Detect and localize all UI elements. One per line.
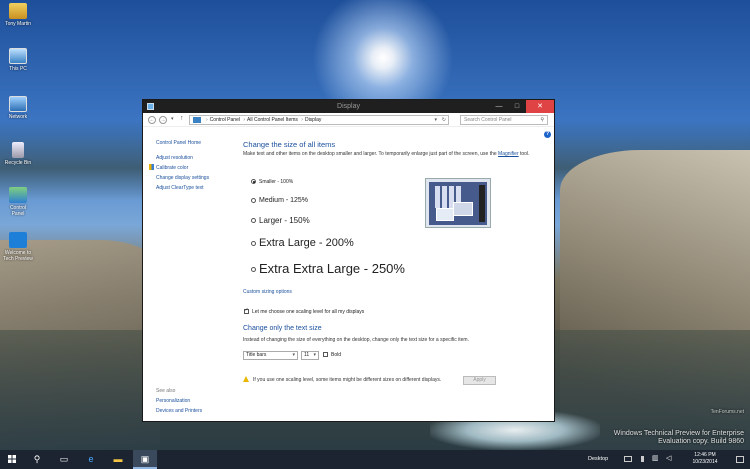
option-larger[interactable]: Larger - 150% (251, 216, 310, 225)
page-description: Make text and other items on the desktop… (243, 151, 530, 157)
radio-button[interactable] (251, 267, 256, 273)
keyboard-icon[interactable] (624, 456, 632, 462)
network-icon[interactable]: ▥ (652, 454, 660, 462)
text-size-description: Instead of changing the size of everythi… (243, 337, 469, 343)
page-title: Change the size of all items (243, 140, 336, 149)
refresh-icon[interactable]: ↻ (442, 116, 446, 124)
build-watermark: Windows Technical Preview for Enterprise… (613, 430, 744, 445)
search-icon[interactable]: ⚲ (540, 116, 544, 124)
checkbox[interactable] (244, 307, 249, 315)
action-center-flag-icon[interactable] (641, 456, 644, 462)
start-button[interactable] (0, 450, 24, 469)
sidebar-adjust-cleartype[interactable]: Adjust ClearType text (156, 183, 236, 193)
sidebar-calibrate-color[interactable]: Calibrate color (149, 163, 236, 173)
sidebar-adjust-resolution[interactable]: Adjust resolution (156, 153, 236, 163)
preview-screen (429, 182, 487, 225)
warning-icon (243, 376, 249, 382)
address-bar-row: ← → ▾ ↑ › Control Panel › All Control Pane… (143, 113, 554, 127)
desktop-icon-welcome[interactable]: Welcome to Tech Preview (3, 232, 33, 262)
file-explorer-icon[interactable]: ▬ (106, 450, 130, 469)
minimize-button[interactable]: — (490, 100, 508, 113)
control-panel-icon (9, 187, 27, 203)
clock-date: 10/23/2014 (692, 459, 718, 465)
display-window: Display — □ ✕ ← → ▾ ↑ › Control Panel › Al… (142, 99, 555, 422)
option-extra-extra-large[interactable]: Extra Extra Large - 250% (251, 261, 405, 276)
scaling-preview-image (425, 178, 491, 228)
task-view-icon[interactable]: ▭ (52, 450, 76, 469)
help-icon[interactable]: ? (544, 131, 551, 138)
user-folder-icon (9, 3, 27, 19)
up-arrow-icon[interactable]: ↑ (180, 115, 184, 122)
text-size-heading: Change only the text size (243, 325, 322, 332)
desktop-icon-user[interactable]: Tony Martin (3, 3, 33, 27)
desktop-toolbar-label[interactable]: Desktop (588, 450, 608, 469)
site-watermark: TenForums.net (710, 409, 744, 415)
address-bar[interactable]: › Control Panel › All Control Panel Items … (189, 115, 449, 125)
desktop-icon-network[interactable]: Network (3, 96, 33, 120)
search-placeholder: Search Control Panel (464, 117, 512, 123)
desktop-icon-this-pc[interactable]: This PC (3, 48, 33, 72)
option-smaller[interactable]: Smaller - 100% (251, 179, 293, 185)
see-also-section: See also Personalization Devices and Pri… (156, 386, 236, 416)
system-clock[interactable]: 12:46 PM 10/23/2014 (680, 452, 730, 466)
windows-logo-icon (8, 455, 16, 463)
clock-time: 12:46 PM (694, 452, 716, 458)
taskbar: ⚲ ▭ e ▬ ▣ Desktop ▥ ◁ 12:46 PM 10/23/201… (0, 450, 750, 469)
see-also-personalization[interactable]: Personalization (156, 396, 236, 406)
radio-button[interactable] (251, 179, 256, 185)
bold-checkbox-row[interactable]: Bold (323, 352, 341, 358)
search-input[interactable]: Search Control Panel ⚲ (460, 115, 548, 125)
maximize-button[interactable]: □ (508, 100, 526, 113)
warning-message: If you use one scaling level, some items… (243, 376, 441, 383)
magnifier-link[interactable]: Magnifier (498, 151, 519, 157)
desktop-icon-recycle-bin[interactable]: Recycle Bin (3, 142, 33, 166)
volume-icon[interactable]: ◁ (666, 454, 674, 462)
chevron-down-icon: ▾ (292, 352, 295, 358)
apply-button[interactable]: Apply (463, 376, 496, 385)
radio-button[interactable] (251, 197, 256, 203)
admin-shield-icon (149, 164, 154, 170)
forward-arrow-icon[interactable]: → (159, 116, 167, 124)
main-content: Change the size of all items Make text a… (243, 140, 543, 385)
address-dropdown-icon[interactable]: ▾ (434, 116, 437, 124)
item-select[interactable]: Title bars ▾ (243, 351, 298, 360)
custom-sizing-link[interactable]: Custom sizing options (243, 289, 292, 295)
breadcrumb-all-items[interactable]: All Control Panel Items (247, 117, 298, 123)
recycle-bin-icon (12, 142, 24, 158)
network-icon (9, 96, 27, 112)
recent-dropdown-icon[interactable]: ▾ (171, 116, 174, 122)
sidebar-control-panel-home[interactable]: Control Panel Home (156, 138, 236, 148)
control-panel-taskbar-icon[interactable]: ▣ (133, 450, 157, 469)
internet-explorer-icon[interactable]: e (79, 450, 103, 469)
radio-button[interactable] (251, 240, 256, 246)
control-panel-icon (193, 117, 201, 123)
windows-logo-icon (9, 232, 27, 248)
close-button[interactable]: ✕ (526, 100, 554, 113)
notification-icon[interactable] (736, 456, 744, 463)
chevron-down-icon: ▾ (313, 352, 316, 358)
option-medium[interactable]: Medium - 125% (251, 197, 308, 204)
checkbox[interactable] (323, 352, 328, 358)
see-also-label: See also (156, 388, 176, 394)
breadcrumb-control-panel[interactable]: Control Panel (210, 117, 240, 123)
font-size-select[interactable]: 11 ▾ (301, 351, 319, 360)
title-bar[interactable]: Display — □ ✕ (143, 100, 554, 113)
computer-icon (9, 48, 27, 64)
sidebar: Control Panel Home Adjust resolution Cal… (149, 138, 236, 193)
one-scaling-level-checkbox-row[interactable]: Let me choose one scaling level for all … (244, 307, 364, 315)
radio-button[interactable] (251, 218, 256, 224)
see-also-devices-printers[interactable]: Devices and Printers (156, 406, 236, 416)
breadcrumb-display[interactable]: Display (305, 117, 321, 123)
search-icon[interactable]: ⚲ (25, 450, 49, 469)
back-arrow-icon[interactable]: ← (148, 116, 156, 124)
sidebar-change-display-settings[interactable]: Change display settings (156, 173, 236, 183)
desktop-icon-control-panel[interactable]: Control Panel (3, 187, 33, 217)
option-extra-large[interactable]: Extra Large - 200% (251, 237, 354, 249)
